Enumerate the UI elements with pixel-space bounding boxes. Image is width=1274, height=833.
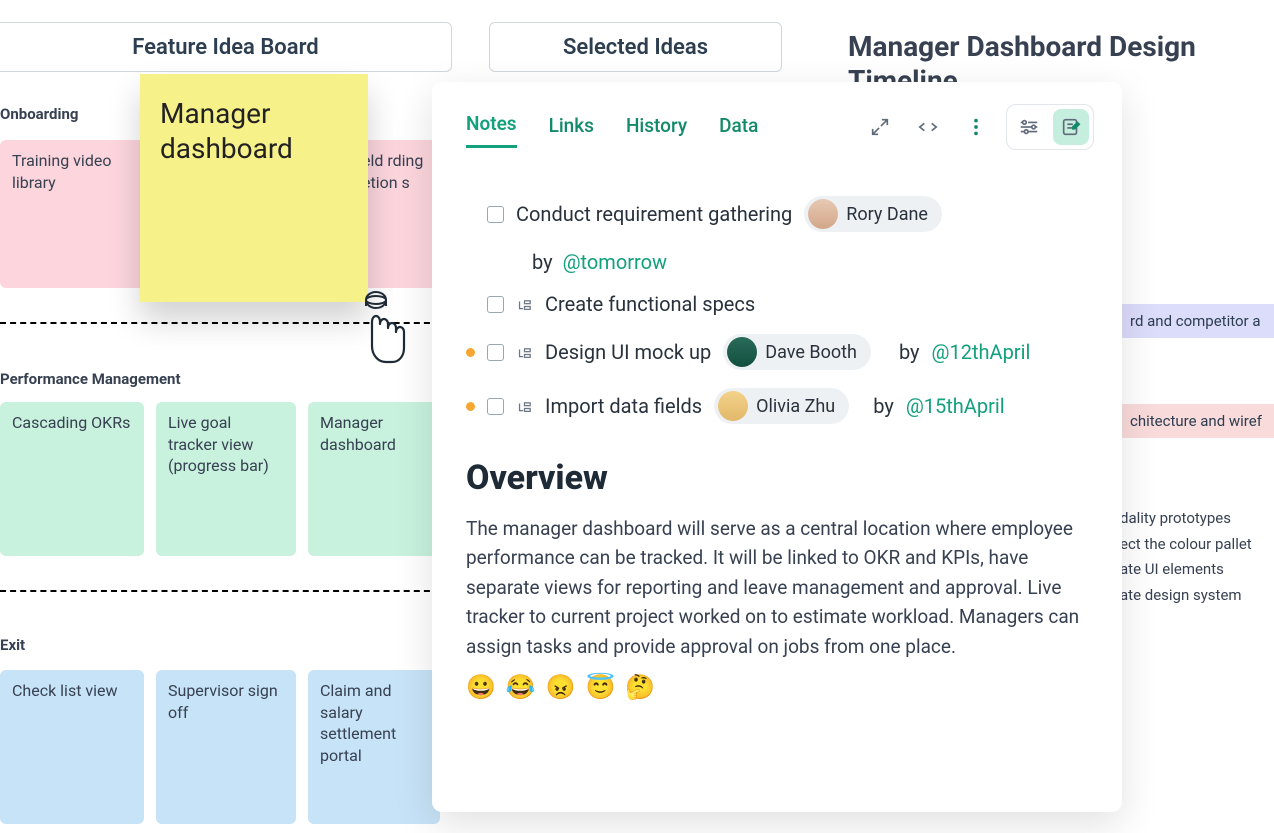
timeline-list: dality prototypes ect the colour pallet …: [1120, 506, 1274, 608]
overview-body: The manager dashboard will serve as a ce…: [466, 514, 1088, 661]
card-live-goal-tracker[interactable]: Live goal tracker view (progress bar): [156, 402, 296, 556]
tab-data[interactable]: Data: [719, 114, 758, 147]
divider-1: [0, 322, 440, 324]
card-training-video-library[interactable]: Training video library: [0, 140, 146, 288]
subtask-icon: [516, 296, 533, 313]
checkbox[interactable]: [487, 296, 504, 313]
task-text: Create functional specs: [545, 292, 755, 316]
overview-heading: Overview: [466, 458, 1088, 498]
timeline-card-1[interactable]: rd and competitor a: [1120, 304, 1274, 338]
task-row[interactable]: Design UI mock up Dave Booth by @12thApr…: [466, 334, 1088, 370]
task-text: Design UI mock up: [545, 340, 711, 364]
assignee-pill[interactable]: Olivia Zhu: [714, 388, 849, 424]
due-date[interactable]: @15thApril: [906, 394, 1005, 418]
column-feature-board[interactable]: Feature Idea Board: [0, 22, 452, 72]
avatar: [808, 199, 838, 229]
avatar: [727, 337, 757, 367]
due-date[interactable]: @12thApril: [932, 340, 1031, 364]
embed-icon[interactable]: [910, 109, 946, 145]
more-icon[interactable]: [958, 109, 994, 145]
canvas: Feature Idea Board Selected Ideas Manage…: [0, 0, 1274, 833]
avatar: [718, 391, 748, 421]
card-supervisor-signoff[interactable]: Supervisor sign off: [156, 670, 296, 824]
expand-icon[interactable]: [862, 109, 898, 145]
divider-2: [0, 590, 440, 592]
bullet-icon: [466, 402, 475, 411]
assignee-pill[interactable]: Dave Booth: [723, 334, 871, 370]
checkbox[interactable]: [487, 398, 504, 415]
task-row[interactable]: Create functional specs: [466, 292, 1088, 316]
column-selected-ideas-label: Selected Ideas: [563, 35, 708, 60]
bullet-spacer: [466, 210, 475, 219]
column-feature-board-label: Feature Idea Board: [132, 35, 318, 60]
due-date[interactable]: @tomorrow: [563, 250, 667, 274]
checkbox[interactable]: [487, 206, 504, 223]
tab-links[interactable]: Links: [549, 114, 594, 147]
column-selected-ideas[interactable]: Selected Ideas: [489, 22, 782, 72]
task-row[interactable]: Conduct requirement gathering Rory Dane: [466, 196, 1088, 232]
section-performance: Performance Management: [0, 370, 181, 388]
section-onboarding: Onboarding: [0, 105, 78, 123]
panel-tools: [862, 104, 1094, 150]
task-row[interactable]: Import data fields Olivia Zhu by @15thAp…: [466, 388, 1088, 424]
checkbox[interactable]: [487, 344, 504, 361]
subtask-icon: [516, 398, 533, 415]
panel-view-toggle: [1006, 104, 1094, 150]
task-text: Conduct requirement gathering: [516, 202, 792, 226]
card-manager-dashboard[interactable]: Manager dashboard: [308, 402, 440, 556]
card-checklist-view[interactable]: Check list view: [0, 670, 144, 824]
subtask-icon: [516, 344, 533, 361]
tab-notes[interactable]: Notes: [466, 112, 517, 148]
task-list: Conduct requirement gathering Rory Dane …: [466, 196, 1088, 424]
timeline-card-2[interactable]: chitecture and wiref: [1120, 404, 1274, 438]
bullet-spacer: [466, 300, 475, 309]
section-exit: Exit: [0, 636, 25, 654]
tab-history[interactable]: History: [626, 114, 687, 147]
task-text: Import data fields: [545, 394, 702, 418]
card-cascading-okrs[interactable]: Cascading OKRs: [0, 402, 144, 556]
task-row-continued: by @tomorrow: [466, 250, 1088, 274]
sticky-note[interactable]: Manager dashboard: [140, 74, 368, 302]
edit-note-icon[interactable]: [1053, 109, 1089, 145]
bullet-icon: [466, 348, 475, 357]
detail-panel: Notes Links History Data Conduct require…: [432, 82, 1122, 812]
emoji-reactions[interactable]: 😀 😂 😠 😇 🤔: [466, 673, 1088, 701]
assignee-pill[interactable]: Rory Dane: [804, 196, 942, 232]
card-claim-salary[interactable]: Claim and salary settlement portal: [308, 670, 440, 824]
filters-icon[interactable]: [1011, 109, 1047, 145]
